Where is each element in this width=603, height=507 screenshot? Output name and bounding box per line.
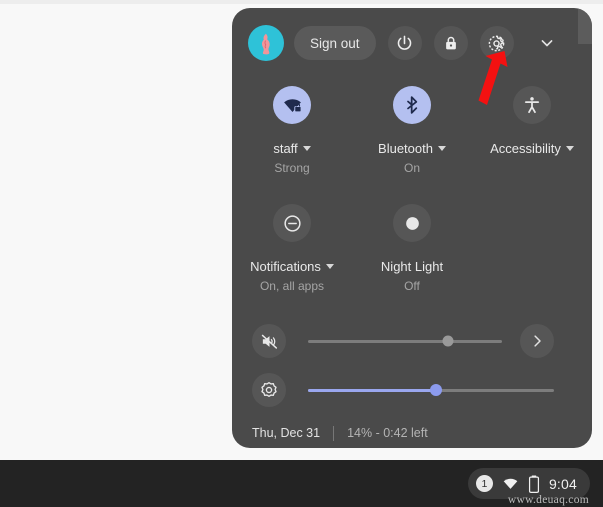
tile-empty-slot	[472, 204, 592, 293]
audio-settings-button[interactable]	[520, 324, 554, 358]
tile-accessibility-label-wrap: Accessibility	[490, 141, 574, 156]
brightness-slider-track[interactable]	[308, 384, 554, 396]
chevron-right-icon	[534, 335, 541, 347]
tile-night-light-label-wrap: Night Light	[381, 259, 443, 274]
volume-muted-icon	[261, 334, 277, 349]
tile-bluetooth-sub: On	[403, 161, 420, 175]
shelf: 1 9:04 www.deuaq.com	[0, 460, 603, 507]
power-icon	[397, 35, 412, 50]
tile-network-sub: Strong	[274, 161, 310, 175]
tile-network[interactable]: staff Strong	[232, 86, 352, 175]
tile-bluetooth[interactable]: Bluetooth On	[352, 86, 472, 175]
brightness-slider-fill	[308, 388, 436, 392]
avatar-figure-icon	[261, 33, 270, 55]
chevron-down-icon[interactable]	[302, 146, 311, 151]
volume-slider-track[interactable]	[308, 335, 502, 347]
brightness-slider-thumb[interactable]	[429, 384, 442, 396]
tile-network-icon-wrap	[273, 86, 311, 124]
lock-button[interactable]	[433, 26, 468, 60]
tile-night-light-label: Night Light	[380, 259, 444, 274]
tile-night-light-icon-wrap	[393, 204, 431, 242]
site-watermark: www.deuaq.com	[507, 494, 589, 506]
chevron-down-icon	[541, 40, 552, 47]
settings-gear-icon	[488, 35, 505, 51]
clock-label: 9:04	[548, 475, 577, 492]
quick-settings-header: Sign out	[232, 8, 592, 78]
date-label: Thu, Dec 31	[252, 426, 321, 440]
chevron-down-icon[interactable]	[565, 146, 574, 151]
chevron-down-icon[interactable]	[437, 146, 446, 151]
tile-bluetooth-label-wrap: Bluetooth	[378, 141, 446, 156]
tile-notifications[interactable]: Notifications On, all apps	[232, 204, 352, 293]
collapse-panel-button[interactable]	[530, 26, 564, 60]
desktop-top-edge	[0, 0, 603, 4]
accessibility-icon	[524, 97, 540, 114]
feature-tiles-row-2: Notifications On, all apps Night Light O…	[232, 204, 592, 293]
tile-night-light[interactable]: Night Light Off	[352, 204, 472, 293]
battery-icon	[528, 474, 539, 493]
brightness-icon-button[interactable]	[252, 373, 286, 407]
volume-slider-thumb[interactable]	[442, 335, 454, 347]
sign-out-button[interactable]: Sign out	[294, 26, 376, 60]
settings-button[interactable]	[479, 26, 514, 60]
tile-notifications-sub: On, all apps	[259, 279, 325, 293]
tile-night-light-sub: Off	[404, 279, 420, 293]
tile-notifications-label: Notifications	[250, 259, 321, 274]
tile-network-label-wrap: staff	[273, 141, 311, 156]
brightness-slider-row	[232, 368, 592, 412]
quick-settings-panel: Sign out staff Strong Bluetooth On Acces…	[232, 8, 592, 448]
tile-accessibility-label: Accessibility	[490, 141, 561, 156]
avatar[interactable]	[248, 25, 284, 61]
brightness-icon	[261, 382, 277, 397]
tile-bluetooth-label: Bluetooth	[378, 141, 433, 156]
do-not-disturb-icon	[283, 214, 301, 232]
wifi-locked-icon	[283, 98, 302, 112]
quick-settings-footer: Thu, Dec 31 14% - 0:42 left	[232, 416, 592, 448]
tile-notifications-label-wrap: Notifications	[250, 259, 334, 274]
notification-count-badge[interactable]: 1	[475, 475, 493, 492]
chevron-down-icon[interactable]	[325, 264, 334, 269]
volume-slider-row	[232, 319, 592, 363]
lock-icon	[445, 36, 456, 50]
footer-divider	[333, 425, 335, 441]
battery-status-label[interactable]: 14% - 0:42 left	[347, 426, 428, 440]
tile-network-label: staff	[273, 141, 298, 156]
wifi-icon	[503, 478, 518, 489]
tile-bluetooth-icon-wrap	[393, 86, 431, 124]
power-button[interactable]	[387, 26, 422, 60]
feature-tiles-row-1: staff Strong Bluetooth On Accessibility	[232, 86, 592, 175]
volume-mute-button[interactable]	[252, 324, 286, 358]
bluetooth-icon	[407, 96, 418, 114]
tile-accessibility-icon-wrap	[513, 86, 551, 124]
moon-icon	[405, 216, 419, 230]
tile-notifications-icon-wrap	[273, 204, 311, 242]
tile-accessibility[interactable]: Accessibility	[472, 86, 592, 175]
